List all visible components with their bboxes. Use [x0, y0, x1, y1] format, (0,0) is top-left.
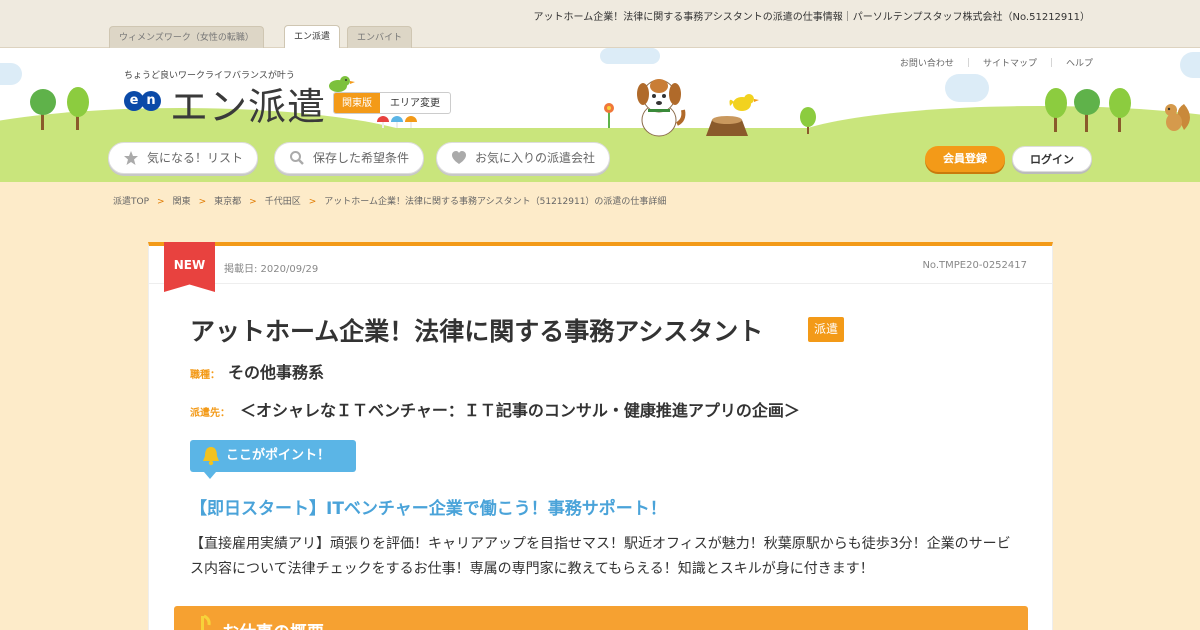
employment-type-badge: 派遣	[808, 317, 845, 342]
tree-icon	[30, 87, 89, 130]
nav-saved-search[interactable]: 保存した希望条件	[274, 142, 425, 174]
en-logo-icon[interactable]: e n	[124, 88, 162, 114]
section-title: お仕事の概要	[222, 618, 324, 630]
login-button[interactable]: ログイン	[1012, 146, 1092, 172]
nav-favorite-companies-label: お気に入りの派遣会社	[475, 151, 596, 165]
register-button[interactable]: 会員登録	[925, 146, 1005, 172]
breadcrumb-item[interactable]: 関東	[173, 197, 191, 207]
tab-en-baito[interactable]: エンバイト	[347, 26, 413, 48]
dog-mascot-icon	[637, 79, 686, 137]
heart-icon	[452, 151, 466, 164]
contact-link[interactable]: お問い合わせ	[900, 59, 954, 69]
top-bar: アットホーム企業！法律に関する事務アシスタントの派遣の仕事情報｜パーソルテンプス…	[0, 0, 1200, 48]
breadcrumb-current: アットホーム企業！法律に関する事務アシスタント（51212911）の派遣の仕事詳…	[324, 197, 667, 207]
cloud-decoration	[1180, 52, 1200, 78]
bell-icon	[203, 447, 219, 466]
tree-icon	[800, 107, 816, 134]
cloud-decoration	[945, 74, 989, 102]
flower-icon	[604, 103, 614, 128]
job-destination: ＜オシャレなＩＴベンチャー：ＩＴ記事のコンサル・健康推進アプリの企画＞	[240, 401, 800, 420]
music-note-icon	[201, 614, 211, 630]
nav-watchlist[interactable]: 気になる！リスト	[108, 142, 259, 174]
point-tag-label: ここがポイント！	[226, 448, 331, 463]
site-logo[interactable]: エン派遣	[170, 76, 326, 131]
utility-links: お問い合わせ｜サイトマップ｜ヘルプ	[899, 59, 1093, 69]
region-change-button[interactable]: エリア変更	[380, 93, 450, 113]
published-date: 掲載日: 2020/09/29	[224, 264, 319, 275]
mushroom-icon	[377, 116, 417, 128]
sitemap-link[interactable]: サイトマップ	[983, 59, 1037, 69]
tree-icon	[1045, 88, 1131, 132]
breadcrumb-item[interactable]: 派遣TOP	[113, 197, 149, 207]
site-header: ちょうど良いワークライフバランスが叶う e n エン派遣 関東版 エリア変更 お…	[0, 48, 1200, 182]
site-title: アットホーム企業！法律に関する事務アシスタントの派遣の仕事情報｜パーソルテンプス…	[533, 12, 1091, 23]
search-icon	[290, 151, 304, 165]
tab-en-haken[interactable]: エン派遣	[284, 25, 341, 48]
help-link[interactable]: ヘルプ	[1066, 59, 1093, 69]
breadcrumb-item[interactable]: 千代田区	[265, 197, 301, 207]
cloud-decoration	[0, 63, 22, 85]
tab-womens-work[interactable]: ウィメンズワーク（女性の転職）	[109, 26, 264, 48]
job-number: No.TMPE20-0252417	[922, 260, 1027, 271]
destination-label: 派遣先：	[190, 408, 230, 419]
job-catchphrase: 【即日スタート】ITベンチャー企業で働こう！事務サポート！	[190, 499, 667, 519]
stump-bird-icon	[706, 94, 759, 136]
job-title: アットホーム企業！法律に関する事務アシスタント	[190, 317, 764, 346]
new-badge: NEW	[164, 242, 215, 292]
job-category: その他事務系	[228, 363, 325, 382]
breadcrumb: 派遣TOP > 関東 > 東京都 > 千代田区 > アットホーム企業！法律に関する事務アシスタン…	[113, 197, 667, 207]
section-header-overview: お仕事の概要	[174, 606, 1028, 630]
nav-saved-search-label: 保存した希望条件	[313, 151, 410, 165]
cloud-decoration	[600, 48, 660, 64]
star-icon	[124, 151, 138, 165]
category-label: 職種：	[190, 370, 220, 381]
breadcrumb-item[interactable]: 東京都	[214, 197, 241, 207]
nav-watchlist-label: 気になる！リスト	[147, 151, 244, 165]
point-tag: ここがポイント！	[190, 440, 356, 479]
squirrel-icon	[1165, 104, 1190, 131]
region-selector: 関東版 エリア変更	[333, 92, 451, 114]
job-description: 【直接雇用実績アリ】頑張りを評価！キャリアアップを目指せマス！駅近オフィスが魅力…	[190, 536, 1011, 577]
region-current: 関東版	[334, 93, 380, 113]
job-card-header: NEW 掲載日: 2020/09/29 No.TMPE20-0252417	[149, 242, 1052, 292]
job-card: NEW 掲載日: 2020/09/29 No.TMPE20-0252417 アッ…	[148, 242, 1053, 630]
nav-favorite-companies[interactable]: お気に入りの派遣会社	[436, 142, 611, 174]
